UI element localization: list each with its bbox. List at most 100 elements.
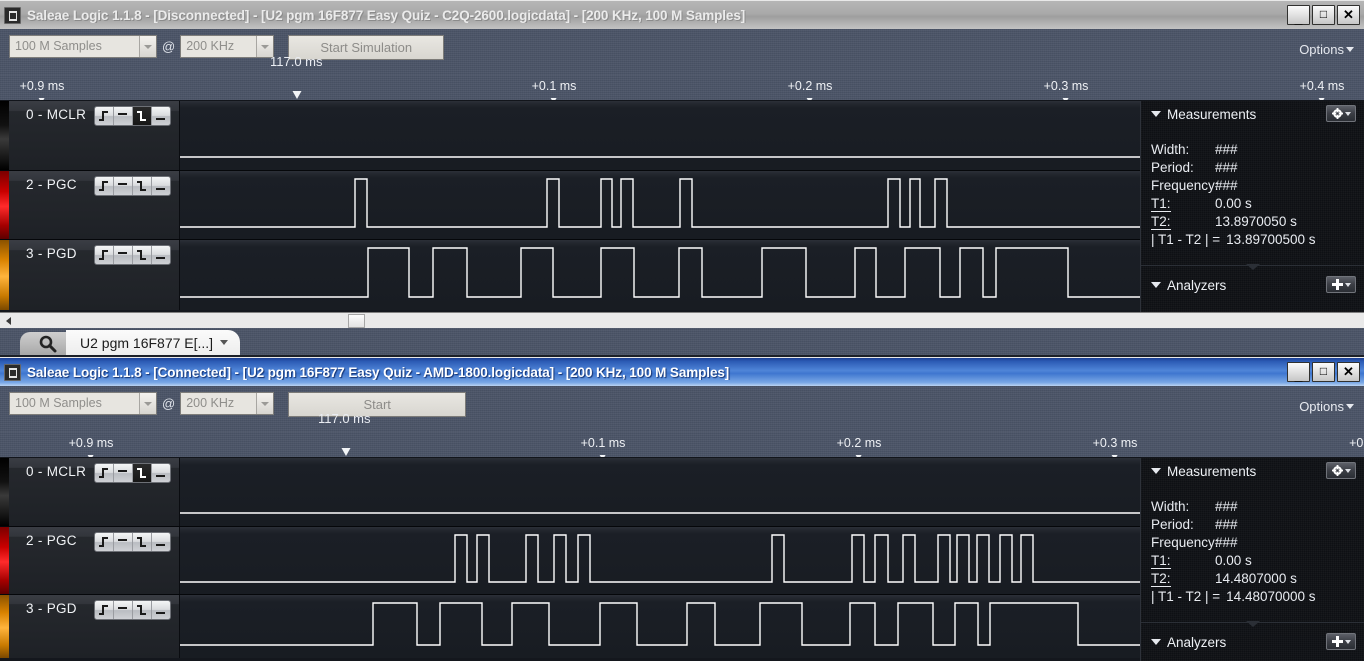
trigger-low-level-icon[interactable] xyxy=(152,246,170,264)
trigger-selector-pgd[interactable] xyxy=(94,600,171,620)
minimize-button[interactable]: _ xyxy=(1287,362,1310,382)
trigger-low-level-icon[interactable] xyxy=(152,177,170,195)
trigger-falling-edge-icon[interactable] xyxy=(133,601,152,619)
plus-icon xyxy=(1332,279,1343,290)
horizontal-scrollbar-window-1[interactable] xyxy=(0,312,1364,328)
close-button[interactable]: ✕ xyxy=(1337,362,1360,382)
sample-rate-dropdown[interactable]: 200 KHz xyxy=(180,392,274,415)
channel-label-pgd[interactable]: 3 - PGD xyxy=(9,240,180,310)
measurement-label-t2: T2: xyxy=(1151,570,1215,588)
side-panel-window-1: Measurements Width:### Period:### Freque… xyxy=(1140,101,1364,312)
measurements-header[interactable]: Measurements xyxy=(1141,458,1364,484)
options-menu[interactable]: Options xyxy=(1299,42,1354,57)
trigger-low-level-icon[interactable] xyxy=(152,533,170,551)
ruler-tick: +0.9 ms xyxy=(69,436,114,450)
add-analyzer-button[interactable] xyxy=(1326,633,1356,650)
measurement-label-t1: T1: xyxy=(1151,552,1215,570)
channel-label-pgc[interactable]: 2 - PGC xyxy=(9,527,180,594)
channel-color-swatch xyxy=(0,101,9,170)
waveform-svg xyxy=(180,595,1141,657)
trigger-falling-edge-icon[interactable] xyxy=(133,246,152,264)
measurement-row: Width:### xyxy=(1151,141,1364,159)
trigger-low-level-icon[interactable] xyxy=(152,107,170,125)
trigger-rising-edge-icon[interactable] xyxy=(95,601,114,619)
trigger-selector-mclr[interactable] xyxy=(94,463,171,483)
trigger-falling-edge-icon[interactable] xyxy=(133,177,152,195)
sample-rate-dropdown[interactable]: 200 KHz xyxy=(180,35,274,58)
chevron-down-icon xyxy=(1345,640,1351,644)
analyzers-header[interactable]: Analyzers xyxy=(1141,629,1364,655)
trigger-selector-pgc[interactable] xyxy=(94,532,171,552)
chevron-down-icon[interactable] xyxy=(220,340,228,345)
scrollbar-thumb[interactable] xyxy=(348,314,365,328)
scroll-left-arrow-icon[interactable] xyxy=(0,313,16,329)
close-icon: ✕ xyxy=(1338,6,1359,24)
channel-label-mclr[interactable]: 0 - MCLR xyxy=(9,458,180,526)
maximize-button[interactable]: □ xyxy=(1312,5,1335,25)
trigger-rising-edge-icon[interactable] xyxy=(95,246,114,264)
trigger-rising-edge-icon[interactable] xyxy=(95,177,114,195)
trigger-falling-edge-icon[interactable] xyxy=(133,464,152,482)
close-button[interactable]: ✕ xyxy=(1337,5,1360,25)
add-analyzer-button[interactable] xyxy=(1326,276,1356,293)
maximize-icon: □ xyxy=(1313,362,1334,380)
measurements-settings-button[interactable] xyxy=(1326,105,1356,122)
timeline-ruler-window-2[interactable]: +0.9 ms +0.1 ms +0.2 ms +0.3 ms +0. xyxy=(0,432,1364,458)
measurement-value-t2: 13.8970050 s xyxy=(1215,213,1297,231)
trigger-low-level-icon[interactable] xyxy=(152,601,170,619)
chevron-down-icon xyxy=(256,393,273,414)
trigger-high-level-icon[interactable] xyxy=(114,601,133,619)
channel-color-swatch xyxy=(0,458,9,526)
measurement-label: Period: xyxy=(1151,159,1215,177)
measurement-row: Period:### xyxy=(1151,159,1364,177)
measurement-row: Frequency:### xyxy=(1151,534,1364,552)
trigger-marker-icon xyxy=(342,446,351,458)
trigger-selector-pgc[interactable] xyxy=(94,176,171,196)
toolbar-window-2: 100 M Samples @ 200 KHz Start 117.0 ms O… xyxy=(0,386,1364,432)
sample-count-dropdown[interactable]: 100 M Samples xyxy=(9,35,157,58)
trigger-rising-edge-icon[interactable] xyxy=(95,533,114,551)
measurements-settings-button[interactable] xyxy=(1326,462,1356,479)
titlebar-window-2[interactable]: Saleae Logic 1.1.8 - [Connected] - [U2 p… xyxy=(0,357,1364,386)
sample-count-dropdown[interactable]: 100 M Samples xyxy=(9,392,157,415)
minimize-button[interactable]: _ xyxy=(1287,5,1310,25)
measurement-value-t1: 0.00 s xyxy=(1215,195,1252,213)
trigger-rising-edge-icon[interactable] xyxy=(95,464,114,482)
maximize-button[interactable]: □ xyxy=(1312,362,1335,382)
trigger-selector-mclr[interactable] xyxy=(94,106,171,126)
trigger-high-level-icon[interactable] xyxy=(114,246,133,264)
start-button[interactable]: Start xyxy=(288,392,466,417)
trigger-high-level-icon[interactable] xyxy=(114,177,133,195)
channel-name: 0 - MCLR xyxy=(26,464,86,479)
trigger-high-level-icon[interactable] xyxy=(114,464,133,482)
window-title: Saleae Logic 1.1.8 - [Connected] - [U2 p… xyxy=(27,365,1287,380)
trigger-falling-edge-icon[interactable] xyxy=(133,533,152,551)
trigger-falling-edge-icon[interactable] xyxy=(133,107,152,125)
options-menu[interactable]: Options xyxy=(1299,399,1354,414)
capture-tab[interactable]: U2 pgm 16F877 E[...] xyxy=(66,330,240,355)
analyzers-title: Analyzers xyxy=(1167,278,1226,293)
logic-window-1: Saleae Logic 1.1.8 - [Disconnected] - [U… xyxy=(0,0,1364,355)
measurements-header[interactable]: Measurements xyxy=(1141,101,1364,127)
channel-label-pgd[interactable]: 3 - PGD xyxy=(9,595,180,658)
tabbar-window-1: U2 pgm 16F877 E[...] xyxy=(0,328,1364,355)
trigger-selector-pgd[interactable] xyxy=(94,245,171,265)
trigger-high-level-icon[interactable] xyxy=(114,107,133,125)
measurements-title: Measurements xyxy=(1167,464,1256,479)
channel-area-window-1: 0 - MCLR 2 - PGC xyxy=(0,101,1364,312)
measurement-label: Width: xyxy=(1151,498,1215,516)
measurement-row-delta: | T1 - T2 | =14.48070000 s xyxy=(1151,588,1364,606)
channel-label-mclr[interactable]: 0 - MCLR xyxy=(9,101,180,170)
measurement-label: Width: xyxy=(1151,141,1215,159)
analyzers-header[interactable]: Analyzers xyxy=(1141,272,1364,298)
measurement-value-t2: 14.4807000 s xyxy=(1215,570,1297,588)
channel-area-window-2: 0 - MCLR 2 - PGC xyxy=(0,458,1364,661)
trigger-low-level-icon[interactable] xyxy=(152,464,170,482)
timeline-ruler-window-1[interactable]: +0.9 ms +0.1 ms +0.2 ms +0.3 ms +0.4 ms xyxy=(0,75,1364,101)
trigger-rising-edge-icon[interactable] xyxy=(95,107,114,125)
chevron-down-icon xyxy=(139,393,156,414)
titlebar-window-1[interactable]: Saleae Logic 1.1.8 - [Disconnected] - [U… xyxy=(0,0,1364,29)
trigger-high-level-icon[interactable] xyxy=(114,533,133,551)
gear-icon xyxy=(1332,465,1343,476)
channel-label-pgc[interactable]: 2 - PGC xyxy=(9,171,180,239)
